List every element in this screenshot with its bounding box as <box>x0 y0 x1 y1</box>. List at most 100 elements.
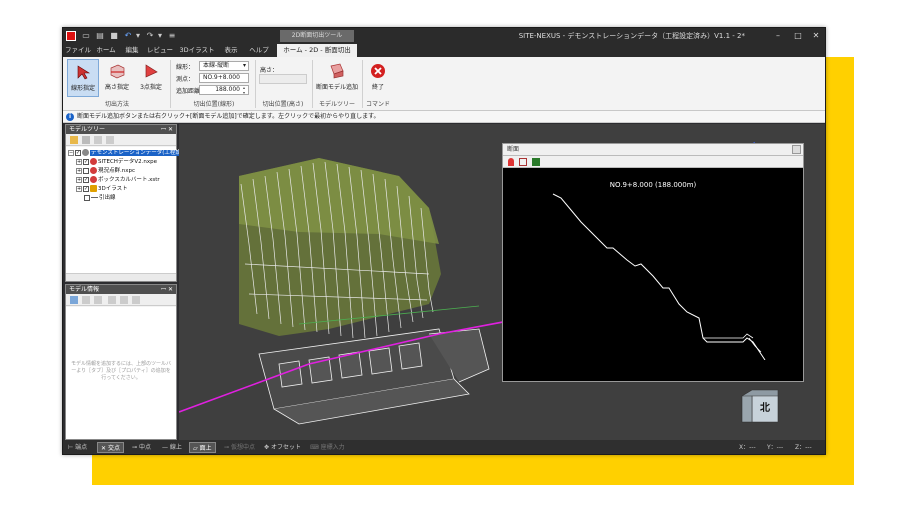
tab-help[interactable]: ヘルプ <box>245 44 273 57</box>
maximize-icon[interactable]: □ <box>791 30 805 42</box>
app-logo-icon[interactable] <box>66 31 76 41</box>
checkbox[interactable]: ✓ <box>83 176 89 183</box>
redo-dropdown-icon[interactable]: ▾ <box>155 31 165 41</box>
structure-file-icon <box>90 176 97 183</box>
tree-item-leader[interactable]: 引出線 <box>84 194 116 202</box>
expand-icon[interactable]: + <box>76 185 82 192</box>
new-file-icon[interactable]: ▭ <box>81 31 91 41</box>
section-view-window: 断面 NO.9+8.000 (188.000m) <box>502 143 804 382</box>
info-icon: i <box>66 113 74 121</box>
view-cube[interactable]: 北 <box>738 386 780 428</box>
snap-on-surface[interactable]: ▱ 面上 <box>189 442 216 453</box>
checkbox[interactable]: ✓ <box>75 149 81 156</box>
height-input[interactable] <box>259 74 307 84</box>
coordinate-input[interactable]: ⌨ 座標入力 <box>307 442 348 453</box>
expand-icon[interactable]: + <box>76 176 82 183</box>
intersection-icon: ✕ <box>101 445 108 452</box>
property-icon[interactable] <box>132 296 140 304</box>
snap-label: 線上 <box>169 444 182 451</box>
expand-icon[interactable]: + <box>76 167 82 174</box>
minimize-icon[interactable]: – <box>771 30 785 42</box>
add-section-model-button[interactable]: 断面モデル追加 <box>315 59 359 97</box>
line-icon: — <box>162 444 170 451</box>
open-folder-icon[interactable]: ▤ <box>95 31 105 41</box>
pin-close-icon[interactable]: ꟷ ✕ <box>161 125 173 134</box>
sort-desc-icon[interactable] <box>106 136 114 144</box>
snap-virtual-midpoint[interactable]: ⊸ 仮想中点 <box>221 442 258 453</box>
cut-height-group-label: 切出位置(高さ) <box>262 101 304 108</box>
tree-item-sitech[interactable]: + ✓ SITECHデータV2.nxpe <box>76 158 157 166</box>
tab-file[interactable]: ファイル <box>65 44 91 57</box>
three-point-label: 3点指定 <box>140 84 162 91</box>
virtual-midpoint-icon: ⊸ <box>224 444 231 451</box>
snap-endpoint[interactable]: ⊢ 端点 <box>65 442 90 453</box>
tab-edit[interactable]: 編集 <box>121 44 143 57</box>
tab-view[interactable]: 表示 <box>219 44 243 57</box>
save-icon[interactable] <box>532 158 540 166</box>
alignment-select[interactable]: 本線-縦断 ▾ <box>199 61 249 71</box>
close-icon[interactable]: ✕ <box>809 30 823 42</box>
ribbon-divider <box>312 60 313 108</box>
checkbox[interactable]: ✓ <box>83 185 89 192</box>
tab-home[interactable]: ホーム <box>93 44 119 57</box>
snap-midpoint[interactable]: ⊸ 中点 <box>129 442 154 453</box>
tab-section-cut[interactable]: ホーム - 2D - 断面切出 <box>277 44 357 57</box>
add-distance-input[interactable]: 188.000 <box>199 85 249 95</box>
checkbox[interactable]: ✓ <box>83 158 89 165</box>
add-icon[interactable] <box>82 136 90 144</box>
linear-select-label: 線形指定 <box>70 85 95 92</box>
tree-item-label: 引出線 <box>99 195 116 201</box>
sort-asc-icon[interactable] <box>94 136 102 144</box>
tab-3d-illust[interactable]: 3Dイラスト <box>177 44 217 57</box>
measure-icon[interactable] <box>519 158 527 166</box>
tree-item-root[interactable]: − ✓ デモンストレーションデータ(工程設 <box>68 149 182 157</box>
station-input[interactable]: NO.9+8.000 <box>199 73 249 83</box>
tree-item-pointcloud[interactable]: + 現況点群.nxpc <box>76 167 135 175</box>
section-window-toolbar <box>503 156 803 168</box>
ribbon-divider <box>255 60 256 108</box>
snap-intersection[interactable]: ✕ 交点 <box>97 442 124 453</box>
pin-close-icon[interactable]: ꟷ ✕ <box>161 285 173 294</box>
property-icon[interactable] <box>120 296 128 304</box>
context-tab-group-title: 2D断面切出ツール <box>280 30 354 42</box>
spin-buttons-icon[interactable]: ▴ ▾ <box>243 85 249 95</box>
ribbon-tabs: ファイル ホーム 編集 レビュー 3Dイラスト 表示 ヘルプ ホーム - 2D … <box>63 44 825 57</box>
height-select-button[interactable]: 高さ指定 <box>101 59 133 97</box>
expand-icon[interactable]: + <box>76 158 82 165</box>
checkbox[interactable] <box>83 167 89 174</box>
checkbox[interactable] <box>84 194 90 201</box>
model-file-icon <box>90 158 97 165</box>
property-icon[interactable] <box>108 296 116 304</box>
height-label: 高さ： <box>260 67 279 74</box>
undo-dropdown-icon[interactable]: ▾ <box>133 31 143 41</box>
delete-icon[interactable] <box>82 296 90 304</box>
three-point-button[interactable]: 3点指定 <box>135 59 167 97</box>
app-window: ▭ ▤ ■ ↶ ▾ ↷ ▾ ≡ 2D断面切出ツール SITE-NEXUS - デ… <box>62 27 826 455</box>
status-bar: ⊢ 端点 ✕ 交点 ⊸ 中点 — 線上 ▱ 面上 ⊸ 仮想中点 ✥ オフセット … <box>63 440 825 454</box>
horizontal-scrollbar[interactable] <box>66 273 176 281</box>
tab-review[interactable]: レビュー <box>145 44 175 57</box>
tree-item-label: 3Dイラスト <box>98 186 128 192</box>
collapse-icon[interactable]: − <box>68 149 74 156</box>
station-label: 測点： <box>176 76 195 83</box>
snap-offset[interactable]: ✥ オフセット <box>261 442 304 453</box>
tree-item-label: デモンストレーションデータ(工程設 <box>90 150 182 156</box>
customize-quick-access-icon[interactable]: ≡ <box>167 31 177 41</box>
folder-icon[interactable] <box>70 136 78 144</box>
edit-icon[interactable] <box>94 296 102 304</box>
add-tab-icon[interactable] <box>70 296 78 304</box>
redo-icon[interactable]: ↷ <box>145 31 155 41</box>
close-icon[interactable] <box>792 145 801 154</box>
undo-icon[interactable]: ↶ <box>123 31 133 41</box>
tree-item-box-culvert[interactable]: + ✓ ボックスカルバート.xstr <box>76 176 160 184</box>
save-icon[interactable]: ■ <box>109 31 119 41</box>
linear-select-button[interactable]: 線形指定 <box>67 59 99 97</box>
tree-item-3d-illust[interactable]: + ✓ 3Dイラスト <box>76 185 128 193</box>
pointcloud-file-icon <box>90 167 97 174</box>
model-tree-group-label: モデルツリー <box>318 101 355 108</box>
snap-on-line[interactable]: — 線上 <box>159 442 185 453</box>
end-button[interactable]: 終了 <box>365 59 391 97</box>
model-tree: − ✓ デモンストレーションデータ(工程設 + ✓ SITECHデータV2.nxpe +… <box>66 147 182 273</box>
snap-label: オフセット <box>270 444 301 451</box>
pin-icon[interactable] <box>508 158 514 166</box>
